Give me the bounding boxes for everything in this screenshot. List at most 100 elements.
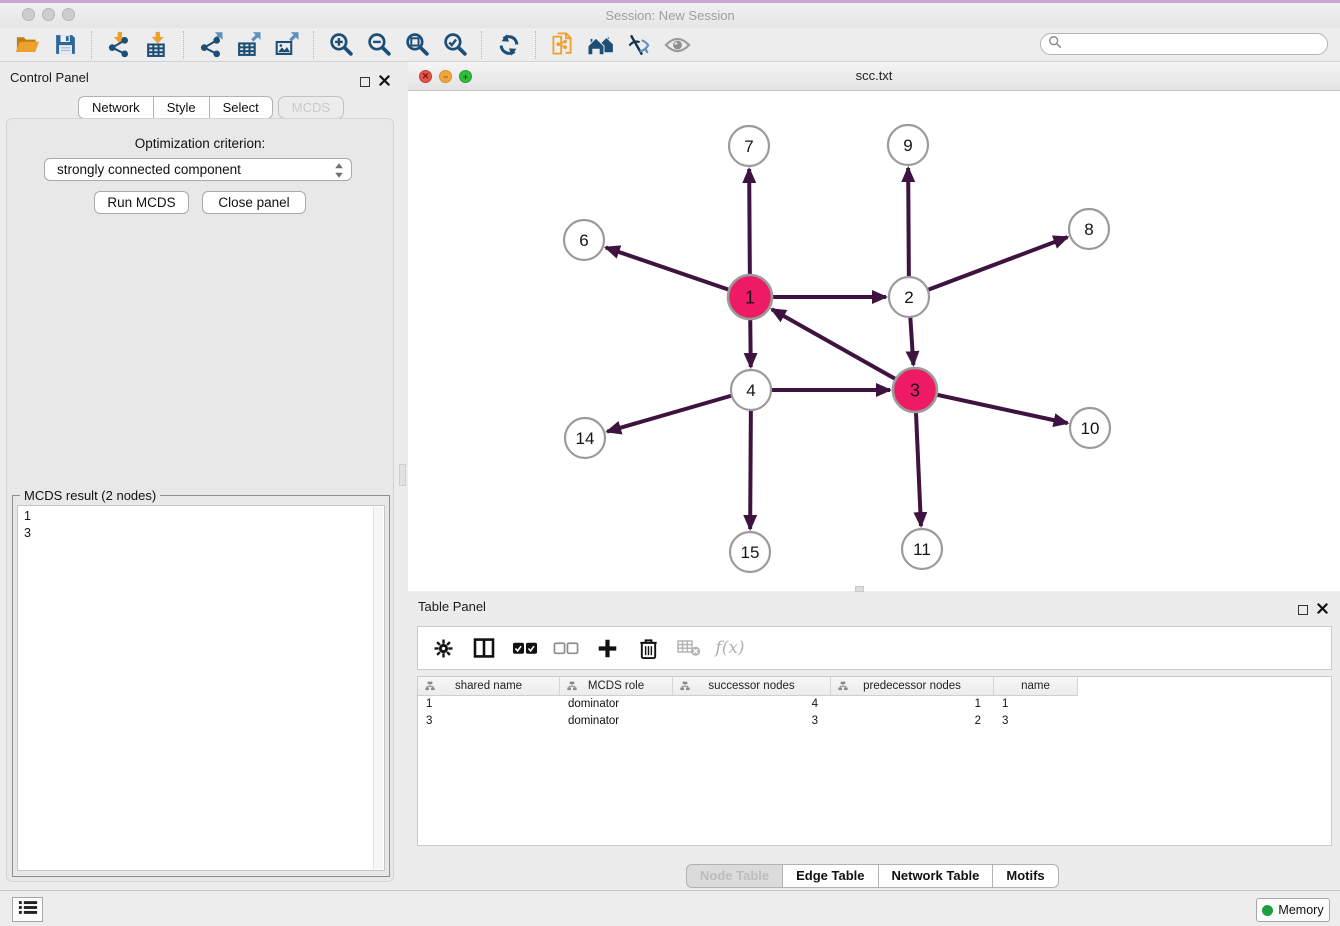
export-network-button[interactable] (192, 30, 230, 60)
home-button[interactable] (582, 30, 620, 60)
graph-node-1[interactable]: 1 (728, 275, 772, 319)
table-cell[interactable]: 1 (994, 696, 1078, 712)
graph-edge-3-10[interactable] (915, 390, 1068, 423)
add-row-button[interactable] (594, 633, 620, 663)
table-row[interactable]: 1dominator411 (418, 696, 1078, 712)
show-graphics-button[interactable] (658, 30, 696, 60)
tab-mcds[interactable]: MCDS (278, 96, 344, 119)
graph-node-15[interactable]: 15 (730, 532, 770, 572)
table-cell[interactable]: dominator (560, 713, 673, 729)
settings-button[interactable] (430, 633, 456, 663)
column-header-MCDS-role[interactable]: MCDS role (560, 677, 673, 696)
add-row-icon (597, 638, 618, 659)
import-network-button[interactable] (100, 30, 138, 60)
window-title: Session: New Session (0, 3, 1340, 28)
graph-node-9[interactable]: 9 (888, 125, 928, 165)
node-label: 11 (913, 540, 931, 559)
export-image-button[interactable] (268, 30, 306, 60)
float-table-panel-icon[interactable] (1298, 605, 1308, 615)
table-cell[interactable]: dominator (560, 696, 673, 712)
zoom-out-button[interactable] (360, 30, 398, 60)
zoom-selected-icon (442, 31, 469, 58)
graph-node-7[interactable]: 7 (729, 126, 769, 166)
tab-motifs[interactable]: Motifs (992, 864, 1058, 888)
column-label: name (1021, 680, 1050, 692)
graph-node-6[interactable]: 6 (564, 220, 604, 260)
table-cell[interactable]: 3 (673, 713, 831, 729)
panel-splitter-handle[interactable] (399, 464, 406, 486)
column-header-name[interactable]: name (994, 677, 1078, 696)
table-cell[interactable]: 1 (831, 696, 994, 712)
run-mcds-button[interactable]: Run MCDS (94, 191, 189, 214)
canvas-resize-handle[interactable] (855, 586, 864, 592)
column-header-successor-nodes[interactable]: successor nodes (673, 677, 831, 696)
table-cell[interactable]: 4 (673, 696, 831, 712)
zoom-in-button[interactable] (322, 30, 360, 60)
float-panel-icon[interactable] (360, 77, 370, 87)
table-cell[interactable]: 3 (994, 713, 1078, 729)
memory-button[interactable]: Memory (1256, 898, 1330, 922)
table-panel-controls (1298, 601, 1328, 619)
memory-label: Memory (1278, 903, 1323, 917)
node-label: 4 (746, 381, 755, 400)
export-image-icon (274, 31, 301, 58)
criterion-select[interactable]: strongly connected component (44, 158, 352, 181)
document-network-button[interactable] (544, 30, 582, 60)
tab-style[interactable]: Style (153, 96, 209, 119)
import-table-button[interactable] (138, 30, 176, 60)
node-label: 14 (576, 429, 595, 448)
columns-button[interactable] (471, 633, 497, 663)
table-row[interactable]: 3dominator323 (418, 713, 1078, 729)
graph-node-11[interactable]: 11 (902, 529, 942, 569)
hide-graphics-button[interactable] (620, 30, 658, 60)
close-panel-button[interactable]: Close panel (202, 191, 306, 214)
toolbar-separator (183, 31, 185, 59)
table-cell[interactable]: 2 (831, 713, 994, 729)
graph-edge-2-8[interactable] (909, 237, 1067, 297)
graph-edge-3-1[interactable] (772, 309, 915, 390)
mcds-result-values: 1 3 (24, 508, 31, 542)
graph-edge-4-14[interactable] (607, 390, 751, 432)
tab-node-table[interactable]: Node Table (686, 864, 782, 888)
graph-node-2[interactable]: 2 (889, 277, 929, 317)
export-network-icon (198, 31, 225, 58)
search-input[interactable] (1067, 36, 1321, 52)
table-cell[interactable]: 3 (418, 713, 560, 729)
column-header-predecessor-nodes[interactable]: predecessor nodes (831, 677, 994, 696)
window-titlebar: Session: New Session (0, 0, 1340, 29)
show-graphics-icon (664, 35, 691, 55)
close-table-panel-icon[interactable] (1317, 601, 1328, 619)
column-header-shared-name[interactable]: shared name (418, 677, 560, 696)
node-label: 7 (744, 137, 753, 156)
open-file-button[interactable] (8, 30, 46, 60)
control-panel-title: Control Panel (10, 70, 89, 85)
deselect-all-button[interactable] (553, 633, 579, 663)
zoom-selected-button[interactable] (436, 30, 474, 60)
tab-select[interactable]: Select (209, 96, 273, 119)
tab-network[interactable]: Network (78, 96, 153, 119)
graph-node-10[interactable]: 10 (1070, 408, 1110, 448)
zoom-fit-button[interactable] (398, 30, 436, 60)
graph-node-14[interactable]: 14 (565, 418, 605, 458)
select-all-button[interactable] (512, 633, 538, 663)
hide-graphics-icon (626, 32, 652, 58)
result-scrollbar[interactable] (373, 507, 383, 869)
tab-network-table[interactable]: Network Table (878, 864, 993, 888)
network-canvas[interactable]: 7 9 6 8 1 2 4 3 14 10 15 11 (408, 91, 1340, 591)
tab-edge-table[interactable]: Edge Table (782, 864, 877, 888)
mcds-result-title: MCDS result (2 nodes) (20, 488, 160, 503)
node-label: 2 (904, 288, 913, 307)
save-session-button[interactable] (46, 30, 84, 60)
document-network-icon (550, 32, 576, 58)
search-box[interactable] (1040, 33, 1328, 55)
graph-node-4[interactable]: 4 (731, 370, 771, 410)
refresh-layout-button[interactable] (490, 30, 528, 60)
delete-row-button[interactable] (635, 633, 661, 663)
table-cell[interactable]: 1 (418, 696, 560, 712)
task-history-button[interactable] (12, 897, 43, 922)
mcds-result-textarea[interactable]: 1 3 (17, 505, 385, 871)
export-table-button[interactable] (230, 30, 268, 60)
graph-node-8[interactable]: 8 (1069, 209, 1109, 249)
close-panel-icon[interactable] (379, 73, 390, 91)
graph-node-3[interactable]: 3 (893, 368, 937, 412)
